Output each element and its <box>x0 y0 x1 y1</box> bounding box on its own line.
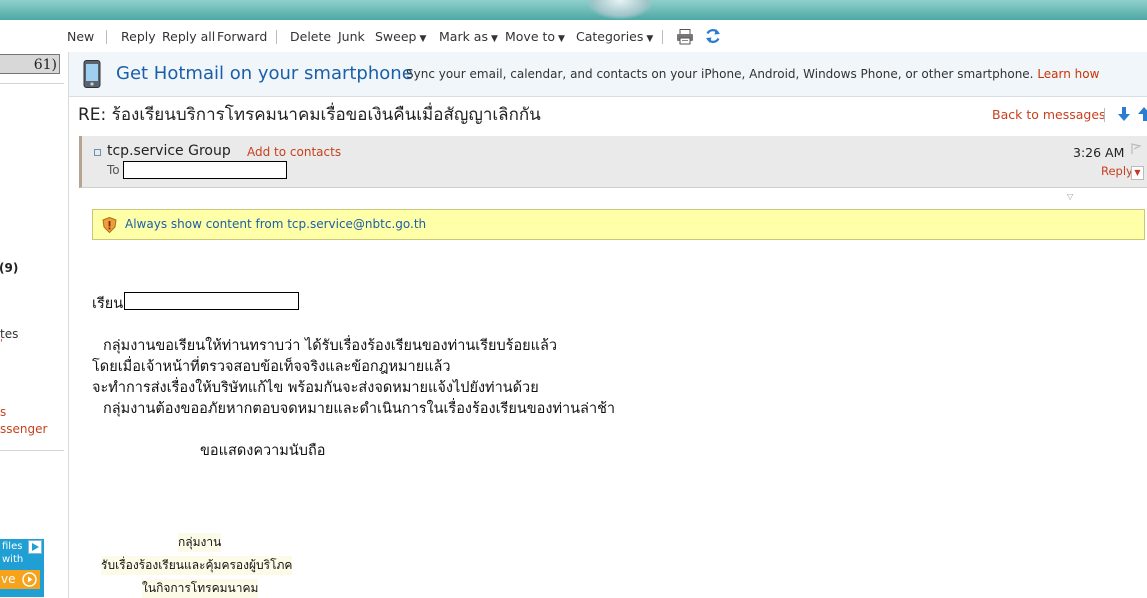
arrow-right-icon <box>22 572 37 587</box>
toolbar: New Reply Reply all Forward Delete Junk … <box>0 20 1147 53</box>
sidebar-item-notes[interactable]: tes <box>0 327 18 341</box>
top-banner <box>0 0 1147 20</box>
move-to-label: Move to <box>505 29 556 44</box>
promo-description: Sync your email, calendar, and contacts … <box>406 67 1099 81</box>
mark-as-label: Mark as <box>439 29 488 44</box>
sender-name[interactable]: tcp.service Group <box>107 143 231 159</box>
flag-icon[interactable] <box>1130 143 1142 155</box>
next-message-arrow-icon[interactable] <box>1117 106 1131 122</box>
learn-how-link[interactable]: Learn how <box>1037 67 1099 81</box>
reply-all-button[interactable]: Reply all <box>162 29 215 44</box>
folder-unread-count[interactable]: (9) <box>0 261 18 275</box>
promo-title: Get Hotmail on your smartphone <box>116 63 413 84</box>
caret-down-icon: ▼ <box>419 34 427 44</box>
ad-text-files: files <box>2 541 23 552</box>
shield-warning-icon <box>102 217 117 233</box>
header-reply-link[interactable]: Reply <box>1101 164 1133 178</box>
previous-message-arrow-icon[interactable] <box>1138 106 1147 122</box>
message-subject: RE: ร้องเรียนบริการโทรคมนาคมเรื่อขอเงินค… <box>78 105 541 125</box>
reply-button[interactable]: Reply <box>121 29 156 44</box>
caret-down-icon: ▼ <box>646 34 654 44</box>
ad-cta-label: ve <box>1 572 16 586</box>
signature-line-2: รับเรื่องร้องเรียนและคุ้มครองผู้บริโภค <box>101 556 293 575</box>
body-line-4: กลุ่มงานต้องขออภัยหากตอบจดหมายและดำเนินก… <box>103 401 616 417</box>
greeting: เรียน <box>92 296 124 312</box>
to-label: To <box>107 163 120 177</box>
promo-description-text: Sync your email, calendar, and contacts … <box>406 67 1034 81</box>
caret-down-icon: ▼ <box>490 34 498 44</box>
sweep-menu[interactable]: Sweep ▼ <box>375 29 426 44</box>
toolbar-divider <box>662 30 663 44</box>
categories-menu[interactable]: Categories ▼ <box>576 29 653 44</box>
add-to-contacts-link[interactable]: Add to contacts <box>247 145 341 159</box>
body-line-3: จะทำการส่งเรื่องให้บริษัทแก้ไข พร้อมกันจ… <box>92 380 539 396</box>
body-line-2: โดยเมื่อเจ้าหน้าที่ตรวจสอบข้อเท็จจริงและ… <box>92 359 451 375</box>
smartphone-icon <box>83 60 101 88</box>
sidebar-link-messenger[interactable]: ssenger <box>0 422 47 436</box>
caret-down-icon: ▼ <box>558 34 565 44</box>
sidebar-link-s[interactable]: s <box>0 405 6 419</box>
new-button[interactable]: New <box>67 29 94 44</box>
toolbar-divider <box>106 30 107 44</box>
safety-notice: Always show content from tcp.service@nbt… <box>92 209 1145 240</box>
inbox-unread-count[interactable]: 61) <box>0 54 60 74</box>
categories-label: Categories <box>576 29 644 44</box>
name-redacted <box>124 292 299 310</box>
mark-as-menu[interactable]: Mark as ▼ <box>439 29 498 44</box>
signature-line-3: ในกิจการโทรคมนาคม <box>142 579 259 598</box>
collapse-toggle[interactable] <box>94 149 101 156</box>
message-time: 3:26 AM <box>1073 145 1125 160</box>
toolbar-divider <box>276 30 277 44</box>
ad-text-with: with <box>2 554 24 565</box>
print-icon[interactable] <box>676 29 694 45</box>
body-line-1: กลุ่มงานขอเรียนให้ท่านทราบว่า ได้รับเรื่… <box>103 338 558 354</box>
folder-pane: 61) (9) tes ' s ssenger files with ve <box>0 52 69 598</box>
closing: ขอแสดงความนับถือ <box>200 443 326 459</box>
mascot-image <box>585 0 655 20</box>
back-to-messages-link[interactable]: Back to messages <box>992 107 1106 122</box>
forward-button[interactable]: Forward <box>217 29 267 44</box>
message-header: tcp.service Group Add to contacts To 3:2… <box>79 136 1147 188</box>
ad-play-icon <box>28 540 42 554</box>
delete-button[interactable]: Delete <box>290 29 331 44</box>
ad-cta-button[interactable]: ve <box>0 570 40 589</box>
move-to-menu[interactable]: Move to ▼ <box>505 29 565 44</box>
refresh-icon[interactable] <box>704 27 722 45</box>
divider <box>0 83 64 84</box>
sidebar-item-marker: ' <box>0 338 3 349</box>
smartphone-promo-bar: Get Hotmail on your smartphone Sync your… <box>69 52 1147 97</box>
divider <box>0 450 64 451</box>
signature-line-1: กลุ่มงาน <box>178 533 222 552</box>
ad-banner[interactable]: files with ve <box>0 539 44 597</box>
divider <box>1104 108 1105 122</box>
recipient-redacted <box>123 161 287 179</box>
junk-button[interactable]: Junk <box>338 29 365 44</box>
reply-options-icon[interactable]: ▼ <box>1131 166 1144 180</box>
sweep-label: Sweep <box>375 29 417 44</box>
always-show-content-link[interactable]: Always show content from tcp.service@nbt… <box>125 217 426 231</box>
expand-arrow-icon[interactable]: ▽ <box>1067 192 1073 201</box>
